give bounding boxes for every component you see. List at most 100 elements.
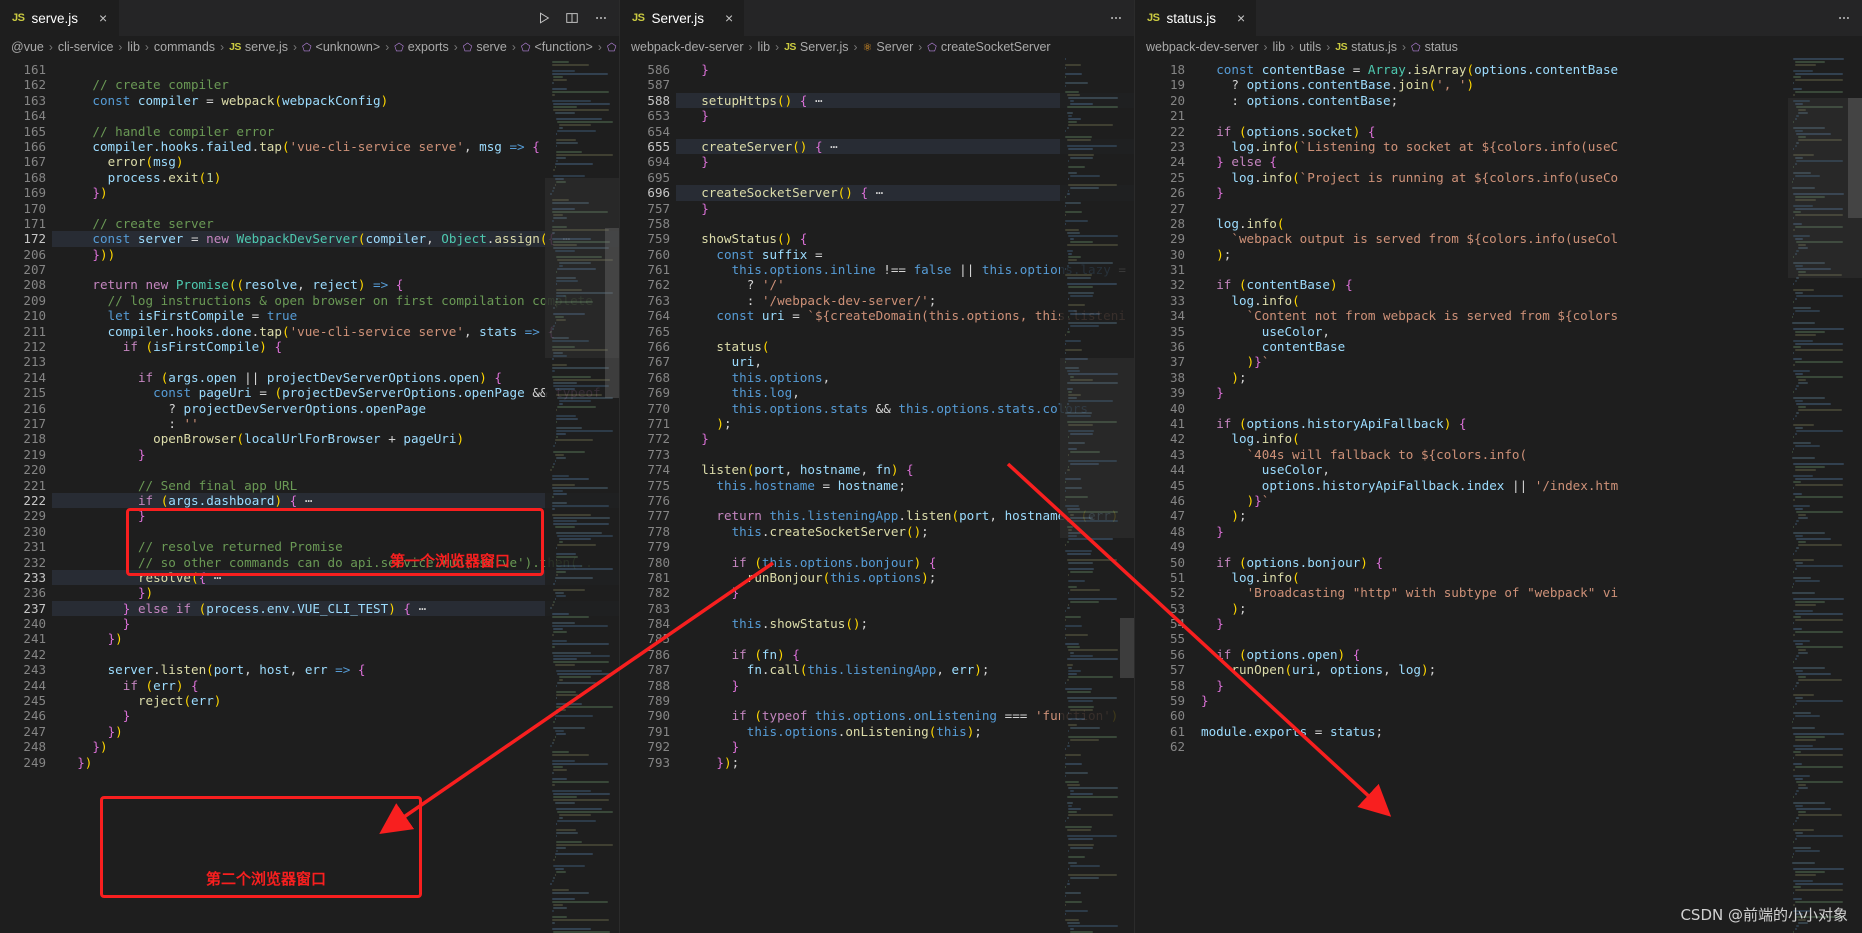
code-line[interactable]: contentBase (1191, 339, 1862, 354)
code-line[interactable]: log.info(`Listening to socket at ${color… (1191, 139, 1862, 154)
code-line[interactable]: const contentBase = Array.isArray(option… (1191, 62, 1862, 77)
code-line[interactable] (1191, 262, 1862, 277)
breadcrumb-item[interactable]: ⬠se (607, 40, 619, 54)
code-line[interactable]: options.historyApiFallback.index || '/in… (1191, 478, 1862, 493)
breadcrumb-item[interactable]: ⬠createSocketServer (927, 40, 1050, 54)
code-line[interactable]: log.info(`Project is running at ${colors… (1191, 170, 1862, 185)
breadcrumb-item[interactable]: webpack-dev-server (1146, 40, 1259, 54)
vertical-scrollbar[interactable] (605, 58, 619, 933)
code-line[interactable]: openBrowser(localUrlForBrowser + pageUri… (52, 431, 619, 446)
code-line[interactable]: useColor, (1191, 324, 1862, 339)
code-line[interactable]: } (1191, 185, 1862, 200)
code-line[interactable]: if (options.historyApiFallback) { (1191, 416, 1862, 431)
more-actions-icon[interactable] (1836, 11, 1852, 25)
code-line[interactable]: } (1191, 616, 1862, 631)
code-line[interactable]: `Content not from webpack is served from… (1191, 308, 1862, 323)
code-line[interactable]: })) (52, 247, 619, 262)
vertical-scrollbar[interactable] (1120, 58, 1134, 933)
close-icon[interactable]: × (99, 11, 107, 25)
breadcrumb-item[interactable]: ⬠<function> (521, 40, 593, 54)
code-editor-left[interactable]: 161162163164165166167168169170171172›206… (0, 58, 619, 933)
code-line[interactable]: if (args.dashboard) { ⋯ (52, 493, 619, 508)
breadcrumb-item[interactable]: ⬠status (1411, 40, 1458, 54)
code-line[interactable] (1191, 201, 1862, 216)
breadcrumb-item[interactable]: commands (154, 40, 215, 54)
code-line[interactable] (52, 462, 619, 477)
code-editor-middle[interactable]: 586587588›653654655›694695696›7577587597… (620, 58, 1134, 933)
code-line[interactable] (1191, 631, 1862, 646)
code-line[interactable]: `404s will fallback to ${colors.info( (1191, 447, 1862, 462)
code-line[interactable]: } else { (1191, 154, 1862, 169)
breadcrumb-item[interactable]: ⬠serve (463, 40, 507, 54)
code-line[interactable]: const pageUri = (projectDevServerOptions… (52, 385, 619, 400)
code-line[interactable]: ? options.contentBase.join(', ') (1191, 77, 1862, 92)
code-line[interactable]: // log instructions & open browser on fi… (52, 293, 619, 308)
breadcrumb-item[interactable]: lib (1273, 40, 1286, 54)
code-line[interactable]: }) (52, 631, 619, 646)
code-line[interactable]: } (52, 708, 619, 723)
code-line[interactable]: resolve({ ⋯ (52, 570, 619, 585)
code-line[interactable]: )}` (1191, 354, 1862, 369)
code-line[interactable] (1191, 539, 1862, 554)
code-line[interactable] (52, 201, 619, 216)
code-line[interactable]: ); (1191, 370, 1862, 385)
breadcrumb-item[interactable]: ⬠<unknown> (302, 40, 380, 54)
code-line[interactable]: log.info( (1191, 570, 1862, 585)
code-line[interactable]: useColor, (1191, 462, 1862, 477)
code-line[interactable]: }) (52, 739, 619, 754)
code-line[interactable]: }) (52, 585, 619, 600)
code-line[interactable] (52, 354, 619, 369)
code-line[interactable]: : options.contentBase; (1191, 93, 1862, 108)
code-line[interactable] (52, 62, 619, 77)
code-line[interactable]: }) (52, 185, 619, 200)
code-line[interactable] (1191, 708, 1862, 723)
code-line[interactable]: } (1191, 524, 1862, 539)
code-line[interactable]: runOpen(uri, options, log); (1191, 662, 1862, 677)
code-line[interactable]: `webpack output is served from ${colors.… (1191, 231, 1862, 246)
code-line[interactable] (52, 647, 619, 662)
breadcrumb-item[interactable]: lib (758, 40, 771, 54)
code-line[interactable]: } (1191, 385, 1862, 400)
tab-server-js[interactable]: JS Server.js × (620, 0, 745, 36)
code-line[interactable]: module.exports = status; (1191, 724, 1862, 739)
breadcrumb-item[interactable]: lib (127, 40, 140, 54)
code-line[interactable]: const server = new WebpackDevServer(comp… (52, 231, 619, 246)
split-editor-icon[interactable] (565, 11, 579, 25)
breadcrumb-item[interactable]: webpack-dev-server (631, 40, 744, 54)
breadcrumb-item[interactable]: ⬠exports (394, 40, 449, 54)
code-line[interactable]: return new Promise((resolve, reject) => … (52, 277, 619, 292)
code-line[interactable]: } (1191, 693, 1862, 708)
code-line[interactable]: } (52, 616, 619, 631)
code-line[interactable]: ); (1191, 508, 1862, 523)
code-line[interactable]: // create server (52, 216, 619, 231)
code-line[interactable]: let isFirstCompile = true (52, 308, 619, 323)
code-line[interactable] (52, 524, 619, 539)
breadcrumb-item[interactable]: JSstatus.js (1335, 40, 1397, 54)
code-line[interactable] (1191, 108, 1862, 123)
run-icon[interactable] (537, 11, 551, 25)
code-line[interactable]: if (err) { (52, 678, 619, 693)
code-line[interactable]: )}` (1191, 493, 1862, 508)
code-line[interactable]: ); (1191, 601, 1862, 616)
code-line[interactable]: // create compiler (52, 77, 619, 92)
code-line[interactable]: } (52, 508, 619, 523)
code-line[interactable] (52, 108, 619, 123)
more-actions-icon[interactable] (593, 11, 609, 25)
code-line[interactable]: if (contentBase) { (1191, 277, 1862, 292)
code-line[interactable] (1191, 739, 1862, 754)
code-line[interactable]: 'Broadcasting "http" with subtype of "we… (1191, 585, 1862, 600)
code-line[interactable]: ); (1191, 247, 1862, 262)
code-line[interactable]: }) (52, 755, 619, 770)
close-icon[interactable]: × (725, 11, 733, 25)
code-line[interactable]: } else if (process.env.VUE_CLI_TEST) { ⋯ (52, 601, 619, 616)
tab-serve-js[interactable]: JS serve.js × (0, 0, 120, 36)
code-line[interactable]: if (options.socket) { (1191, 124, 1862, 139)
breadcrumb-item[interactable]: JSServer.js (784, 40, 848, 54)
breadcrumb-item[interactable]: utils (1299, 40, 1321, 54)
code-line[interactable]: } (1191, 678, 1862, 693)
tab-status-js[interactable]: JS status.js × (1135, 0, 1257, 36)
code-line[interactable]: process.exit(1) (52, 170, 619, 185)
code-line[interactable]: if (isFirstCompile) { (52, 339, 619, 354)
more-actions-icon[interactable] (1108, 11, 1124, 25)
code-line[interactable]: if (options.open) { (1191, 647, 1862, 662)
